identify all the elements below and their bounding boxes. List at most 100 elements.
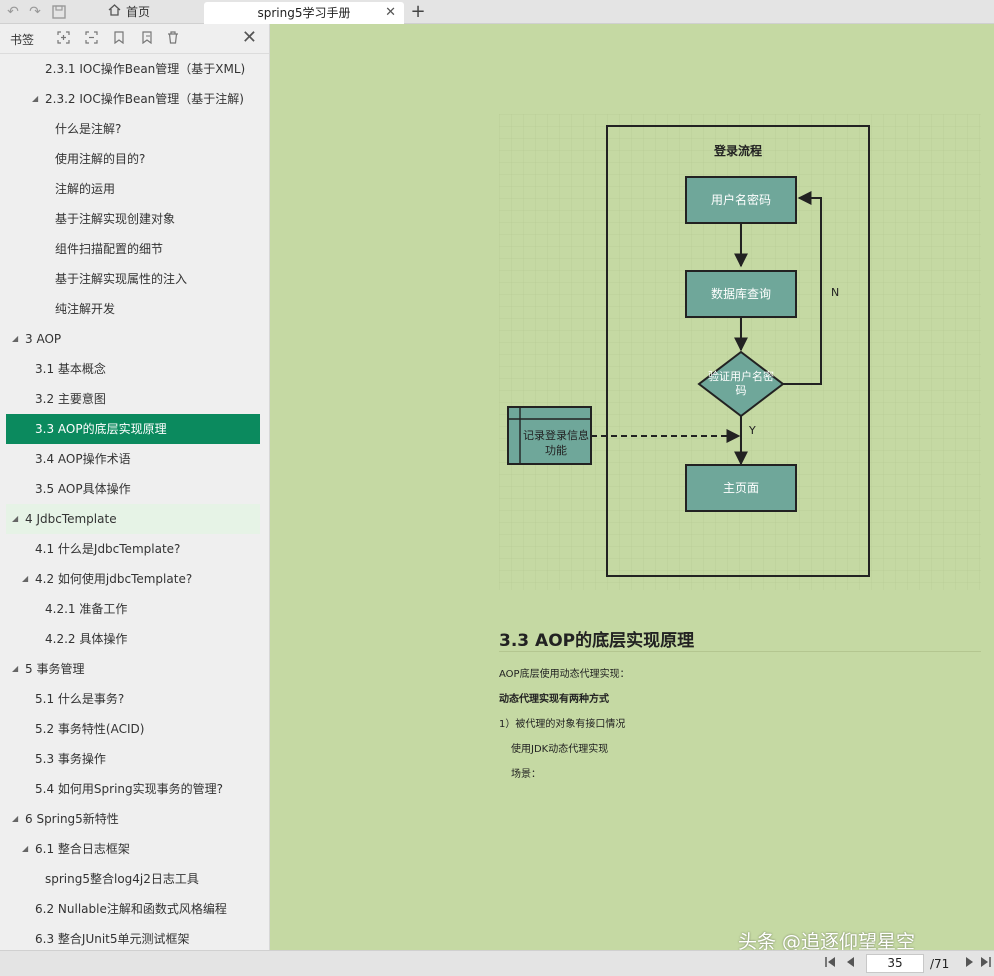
sidebar-item[interactable]: 4.2.1 准备工作 xyxy=(6,594,260,624)
sidebar-item[interactable]: 基于注解实现属性的注入 xyxy=(6,264,260,294)
sidebar-item-label: 3.4 AOP操作术语 xyxy=(35,452,131,466)
expand-arrow-icon[interactable]: ◢ xyxy=(12,804,18,834)
last-page-icon[interactable] xyxy=(978,955,994,973)
tab-document-label: spring5学习手册 xyxy=(257,6,351,20)
sidebar-item-label: 3 AOP xyxy=(25,332,62,346)
add-bookmark-icon[interactable] xyxy=(112,31,126,45)
sidebar-item[interactable]: 4.2.2 具体操作 xyxy=(6,624,260,654)
sidebar-item-label: 基于注解实现属性的注入 xyxy=(55,272,188,286)
sidebar-item[interactable]: 5.1 什么是事务? xyxy=(6,684,260,714)
sidebar-item[interactable]: ◢ 4 JdbcTemplate xyxy=(6,504,260,534)
edit-bookmark-icon[interactable] xyxy=(140,31,154,45)
heading-rule xyxy=(499,651,981,652)
status-bar: 35 /71 xyxy=(0,950,994,976)
label-no: N xyxy=(831,286,840,299)
sidebar-item[interactable]: ◢ 4.2 如何使用jdbcTemplate? xyxy=(6,564,260,594)
sidebar-item-label: 6 Spring5新特性 xyxy=(25,812,119,826)
flowchart-title: 登录流程 xyxy=(713,144,762,158)
sidebar-item-label: 3.1 基本概念 xyxy=(35,362,106,376)
sidebar-item-label: 3.3 AOP的底层实现原理 xyxy=(35,422,167,436)
prev-page-icon[interactable] xyxy=(842,955,858,973)
sidebar-item[interactable]: 6.3 整合JUnit5单元测试框架 xyxy=(6,924,260,950)
expand-arrow-icon[interactable]: ◢ xyxy=(22,564,28,594)
redo-icon[interactable]: ↷ xyxy=(26,3,44,21)
sidebar-item[interactable]: 2.3.1 IOC操作Bean管理（基于XML) xyxy=(6,54,260,84)
paragraph-3: 1）被代理的对象有接口情况 xyxy=(499,719,626,730)
paragraph-2: 动态代理实现有两种方式 xyxy=(499,694,609,705)
sidebar-item[interactable]: 什么是注解? xyxy=(6,114,260,144)
tab-document[interactable]: spring5学习手册 ✕ xyxy=(204,2,404,24)
first-page-icon[interactable] xyxy=(822,955,838,973)
sidebar-item[interactable]: 3.5 AOP具体操作 xyxy=(6,474,260,504)
expand-arrow-icon[interactable]: ◢ xyxy=(12,654,18,684)
sidebar-item[interactable]: ◢ 6.1 整合日志框架 xyxy=(6,834,260,864)
sidebar-item-label: 5 事务管理 xyxy=(25,662,85,676)
expand-arrow-icon[interactable]: ◢ xyxy=(32,84,38,114)
undo-icon[interactable]: ↶ xyxy=(4,3,22,21)
label-yes: Y xyxy=(749,424,756,437)
sidebar-header: 书签 ✕ xyxy=(0,24,269,54)
expand-arrow-icon[interactable]: ◢ xyxy=(12,504,18,534)
sidebar-item[interactable]: spring5整合log4j2日志工具 xyxy=(6,864,260,894)
collapse-all-icon[interactable] xyxy=(84,31,98,45)
sidebar-item-label: 3.5 AOP具体操作 xyxy=(35,482,131,496)
home-icon xyxy=(108,0,122,24)
sidebar-item[interactable]: ◢ 5 事务管理 xyxy=(6,654,260,684)
tab-home-label: 首页 xyxy=(126,5,151,19)
expand-arrow-icon[interactable]: ◢ xyxy=(12,324,18,354)
sidebar-item-label: 注解的运用 xyxy=(55,182,116,196)
close-tab-icon[interactable]: ✕ xyxy=(385,2,396,24)
sidebar-item[interactable]: 5.2 事务特性(ACID) xyxy=(6,714,260,744)
sidebar-item[interactable]: 3.2 主要意图 xyxy=(6,384,260,414)
sidebar-item[interactable]: ◢ 6 Spring5新特性 xyxy=(6,804,260,834)
sidebar-item-label: 基于注解实现创建对象 xyxy=(55,212,176,226)
sidebar-item-label: 3.2 主要意图 xyxy=(35,392,106,406)
box-main-page: 主页面 xyxy=(685,464,797,512)
sidebar-item[interactable]: 3.1 基本概念 xyxy=(6,354,260,384)
new-tab-button[interactable]: + xyxy=(408,1,428,23)
log-box-label: 记录登录信息功能 xyxy=(523,429,589,457)
expand-arrow-icon[interactable]: ◢ xyxy=(22,834,28,864)
page-number-input[interactable]: 35 xyxy=(866,954,924,973)
sidebar-item[interactable]: 5.3 事务操作 xyxy=(6,744,260,774)
login-flowchart: 登录流程 用户名密码 数据库查询 验证用户名密码 主页面 记录登录信息功能 N … xyxy=(499,114,981,590)
sidebar-item[interactable]: 基于注解实现创建对象 xyxy=(6,204,260,234)
verify-label: 验证用户名密码 xyxy=(708,370,774,397)
sidebar-item-label: 组件扫描配置的细节 xyxy=(55,242,164,256)
sidebar-item[interactable]: 5.4 如何用Spring实现事务的管理? xyxy=(6,774,260,804)
sidebar-item[interactable]: 组件扫描配置的细节 xyxy=(6,234,260,264)
document-page: 登录流程 用户名密码 数据库查询 验证用户名密码 主页面 记录登录信息功能 N … xyxy=(271,24,994,950)
sidebar-item-label: 5.2 事务特性(ACID) xyxy=(35,722,145,736)
sidebar-item-label: 使用注解的目的? xyxy=(55,152,146,166)
expand-all-icon[interactable] xyxy=(56,31,70,45)
bookmark-sidebar: 书签 ✕ 2.3.1 IOC操作Bean管理（基于XML) ◢ 2.3.2 IOC操… xyxy=(0,24,270,950)
sidebar-item[interactable]: 6.2 Nullable注解和函数式风格编程 xyxy=(6,894,260,924)
sidebar-item[interactable]: 使用注解的目的? xyxy=(6,144,260,174)
paragraph-1: AOP底层使用动态代理实现： xyxy=(499,669,630,680)
sidebar-item[interactable]: 3.4 AOP操作术语 xyxy=(6,444,260,474)
sidebar-item-label: 2.3.1 IOC操作Bean管理（基于XML) xyxy=(45,62,246,76)
sidebar-item-label: 5.3 事务操作 xyxy=(35,752,106,766)
tab-bar: ↶ ↷ 首页 spring5学习手册 ✕ + xyxy=(0,0,994,24)
sidebar-item[interactable]: 注解的运用 xyxy=(6,174,260,204)
box-username-password: 用户名密码 xyxy=(685,176,797,224)
paragraph-4: 使用JDK动态代理实现 xyxy=(511,744,609,755)
sidebar-title: 书签 xyxy=(10,33,35,47)
save-icon[interactable] xyxy=(50,3,68,21)
box-db-query: 数据库查询 xyxy=(685,270,797,318)
sidebar-item[interactable]: 3.3 AOP的底层实现原理 xyxy=(6,414,260,444)
sidebar-item-label: 6.2 Nullable注解和函数式风格编程 xyxy=(35,902,227,916)
sidebar-item-label: 4.2.1 准备工作 xyxy=(45,602,128,616)
sidebar-item-label: 2.3.2 IOC操作Bean管理（基于注解) xyxy=(45,92,244,106)
sidebar-item[interactable]: ◢ 3 AOP xyxy=(6,324,260,354)
next-page-icon[interactable] xyxy=(962,955,978,973)
sidebar-item-label: 4.1 什么是JdbcTemplate? xyxy=(35,542,181,556)
sidebar-item[interactable]: 4.1 什么是JdbcTemplate? xyxy=(6,534,260,564)
sidebar-item[interactable]: ◢ 2.3.2 IOC操作Bean管理（基于注解) xyxy=(6,84,260,114)
sidebar-item[interactable]: 纯注解开发 xyxy=(6,294,260,324)
delete-bookmark-icon[interactable] xyxy=(166,31,180,45)
close-sidebar-icon[interactable]: ✕ xyxy=(242,28,257,48)
bookmark-tree: 2.3.1 IOC操作Bean管理（基于XML) ◢ 2.3.2 IOC操作Bean… xyxy=(6,54,260,950)
section-heading: 3.3 AOP的底层实现原理 xyxy=(499,631,695,651)
tab-home[interactable]: 首页 xyxy=(104,0,150,24)
